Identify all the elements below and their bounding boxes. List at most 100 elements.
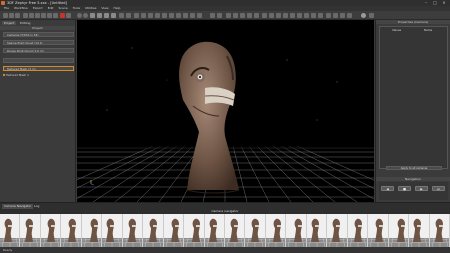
camera-thumbnail[interactable] (327, 214, 348, 247)
camera-thumbnail[interactable] (0, 214, 21, 247)
screenshot-icon[interactable] (326, 12, 331, 18)
camera-thumbnail[interactable] (143, 214, 164, 247)
textured-mesh-row[interactable]: Textured Mesh (3 m) (3, 66, 74, 71)
stop-button[interactable]: ■ (398, 186, 411, 191)
mesh-row[interactable] (3, 58, 74, 63)
undo-icon[interactable] (210, 12, 215, 18)
rotate-icon[interactable] (83, 12, 88, 18)
settings-icon[interactable] (53, 12, 58, 18)
fit-view-button[interactable]: ⊡ (432, 186, 445, 191)
camera-filmstrip[interactable] (0, 214, 450, 247)
invert-selection-icon[interactable] (126, 12, 131, 18)
bounding-box-icon[interactable] (183, 12, 188, 18)
camera-thumbnail[interactable] (20, 214, 41, 247)
orbit-icon[interactable] (77, 12, 82, 18)
fullscreen-icon[interactable] (347, 12, 352, 18)
thumbnail-image (265, 218, 286, 247)
select-icon[interactable] (90, 12, 95, 18)
camera-thumbnail[interactable] (388, 214, 410, 247)
camera-thumbnail[interactable] (204, 214, 225, 247)
grid-icon[interactable] (148, 12, 153, 18)
camera-thumbnail[interactable] (122, 214, 144, 247)
apply-all-button[interactable]: Apply to all cameras (386, 166, 442, 170)
show-grid-icon[interactable] (311, 12, 316, 18)
3d-viewport[interactable] (77, 20, 374, 202)
camera-thumbnail[interactable] (40, 214, 62, 247)
lighting-icon[interactable] (262, 12, 267, 18)
camera-thumbnail[interactable] (81, 214, 103, 247)
camera-thumbnail[interactable] (265, 214, 287, 247)
measure-icon[interactable] (155, 12, 160, 18)
camera-thumbnail[interactable] (184, 214, 205, 247)
status-text: Ready (3, 248, 13, 252)
status-bar: Ready (0, 247, 450, 253)
pan-icon[interactable] (134, 12, 139, 18)
tree-item-label: Textured Mesh 1 (6, 73, 29, 77)
camera-thumbnail[interactable] (347, 214, 369, 247)
prev-camera-button[interactable]: ◀ (381, 186, 394, 191)
tree-item-textured-mesh[interactable]: Textured Mesh 1 (3, 73, 29, 77)
scale-icon[interactable] (162, 12, 167, 18)
brush-select-icon[interactable] (111, 12, 116, 18)
background-icon[interactable] (297, 12, 302, 18)
zoom-icon[interactable] (141, 12, 146, 18)
camera-icon[interactable] (66, 12, 71, 18)
visibility-icon[interactable] (369, 12, 374, 18)
point-size-icon[interactable] (290, 12, 295, 18)
next-camera-button[interactable]: ▶ (415, 186, 428, 191)
camera-thumbnail[interactable] (163, 214, 185, 247)
box-select-icon[interactable] (104, 12, 109, 18)
lasso-icon[interactable] (97, 12, 102, 18)
save-icon[interactable] (15, 12, 20, 18)
deselect-icon[interactable] (119, 12, 124, 18)
points-icon[interactable] (197, 12, 202, 18)
workflow-icon[interactable] (23, 12, 28, 18)
window-title: 3DF Zephyr Free 5.xxx - [Untitled] (7, 1, 67, 5)
dense-icon[interactable] (35, 12, 40, 18)
eye-icon[interactable] (361, 12, 366, 18)
thumbnail-image (184, 218, 204, 247)
camera-navigator-dock: Camera Navigator Log Camera navigator (0, 202, 450, 247)
dense-point-cloud-row[interactable]: Dense Point Cloud (1.0 m) (3, 48, 74, 53)
open-project-icon[interactable] (9, 12, 14, 18)
perspective-icon[interactable] (254, 12, 259, 18)
sparse-point-cloud-row[interactable]: Sparse Point Cloud (14 k) (3, 40, 74, 45)
camera-thumbnail[interactable] (245, 214, 266, 247)
crop-icon[interactable] (190, 12, 195, 18)
front-view-icon[interactable] (240, 12, 245, 18)
wireframe-icon[interactable] (276, 12, 281, 18)
camera-thumbnail[interactable] (409, 214, 430, 247)
mesh-icon[interactable] (41, 12, 46, 18)
texture-icon[interactable] (47, 12, 52, 18)
play-icon[interactable] (340, 12, 345, 18)
record-icon[interactable] (333, 12, 338, 18)
cameras-row[interactable]: Cameras (54/54 in 54) (3, 32, 74, 37)
camera-thumbnail[interactable] (286, 214, 307, 247)
thumbnail-image (429, 218, 449, 247)
show-axes-icon[interactable] (318, 12, 323, 18)
shading-icon[interactable] (269, 12, 274, 18)
thumbnail-image (327, 218, 347, 247)
stop-icon[interactable] (60, 12, 65, 18)
camera-thumbnail[interactable] (306, 214, 328, 247)
thumbnail-image (0, 218, 20, 247)
thumbnail-image (409, 218, 429, 247)
sparse-icon[interactable] (29, 12, 34, 18)
camera-thumbnail[interactable] (102, 214, 123, 247)
show-cameras-icon[interactable] (304, 12, 309, 18)
side-view-icon[interactable] (247, 12, 252, 18)
texture-view-icon[interactable] (283, 12, 288, 18)
top-view-icon[interactable] (233, 12, 238, 18)
new-project-icon[interactable] (3, 12, 8, 18)
axis-icon[interactable] (176, 12, 181, 18)
camera-thumbnail[interactable] (429, 214, 450, 247)
tab-editing[interactable]: Editing (18, 21, 32, 25)
camera-thumbnail[interactable] (368, 214, 389, 247)
move-icon[interactable] (169, 12, 174, 18)
camera-thumbnail[interactable] (61, 214, 82, 247)
redo-icon[interactable] (217, 12, 222, 18)
camera-view-icon[interactable] (226, 12, 231, 18)
camera-thumbnail[interactable] (225, 214, 246, 247)
tab-project[interactable]: Project (2, 21, 17, 25)
properties-table: Values Name (379, 26, 448, 169)
